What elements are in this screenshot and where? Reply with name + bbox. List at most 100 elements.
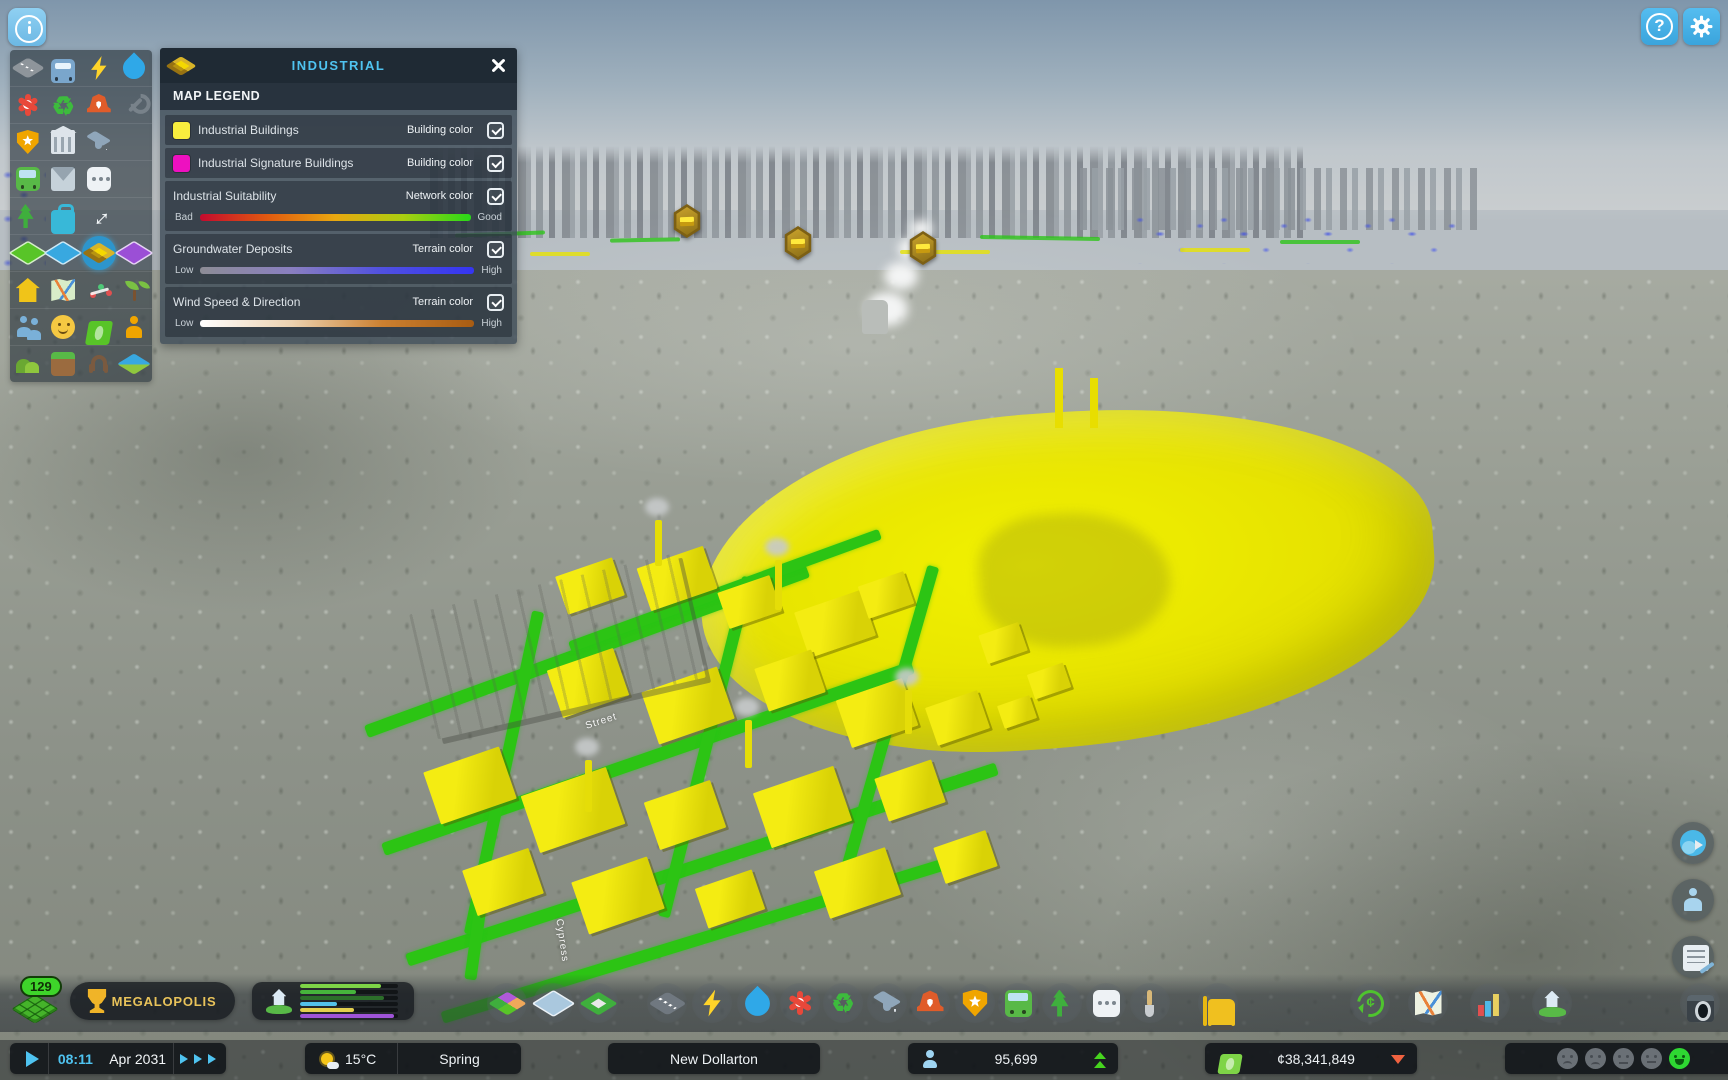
mining-crane: [1055, 368, 1063, 428]
toolbar-photo-mode-button[interactable]: [1680, 983, 1720, 1023]
sidebar-row: ♻: [10, 87, 152, 124]
toolbar-terraforming-button[interactable]: [1130, 983, 1170, 1023]
electricity-icon: [699, 990, 726, 1017]
toolbar-progression-button[interactable]: [1532, 983, 1572, 1023]
sidebar-item-zones[interactable]: [12, 237, 44, 269]
gradient-low-label: Low: [175, 265, 193, 276]
toolbar-education-button[interactable]: [867, 983, 907, 1023]
city-progress-button[interactable]: [252, 982, 414, 1020]
toolbar-parks-recreation-button[interactable]: [1042, 983, 1082, 1023]
chirper-button[interactable]: [1672, 822, 1714, 864]
sidebar-item-garbage[interactable]: ♻: [47, 89, 79, 121]
toolbar-statistics-button[interactable]: [1470, 983, 1510, 1023]
legend-checkbox[interactable]: [487, 122, 504, 139]
sidebar-item-water[interactable]: [118, 52, 150, 84]
help-button[interactable]: ?: [1641, 8, 1678, 45]
infoviews-button[interactable]: [8, 8, 46, 46]
toolbar-fire-rescue-button[interactable]: [910, 983, 950, 1023]
sidebar-item-land-use[interactable]: [47, 274, 79, 306]
settings-button[interactable]: [1683, 8, 1720, 45]
sidebar-item-shoreline[interactable]: [118, 348, 150, 380]
milestone-button[interactable]: MEGALOPOLIS: [70, 982, 235, 1020]
speed-button[interactable]: [174, 1043, 226, 1074]
industrial-map-marker[interactable]: [783, 226, 813, 260]
sidebar-item-noise[interactable]: [83, 348, 115, 380]
legend-checkbox[interactable]: [487, 155, 504, 172]
sidebar-item-transportation[interactable]: [12, 163, 44, 195]
legend-label: Industrial Signature Buildings: [198, 156, 399, 170]
toolbar-zone-tool-button[interactable]: [533, 983, 573, 1023]
toolbar-garbage-button[interactable]: ♻: [823, 983, 863, 1023]
population-widget[interactable]: 95,699: [908, 1043, 1118, 1074]
sidebar-row: [10, 235, 152, 272]
sidebar-item-fire-rescue[interactable]: [83, 89, 115, 121]
garbage-icon: ♻: [830, 990, 857, 1017]
toolbar-roads-button[interactable]: [647, 983, 687, 1023]
sidebar-item-trends[interactable]: [83, 274, 115, 306]
close-button[interactable]: [488, 55, 509, 76]
follow-citizen-button[interactable]: [1672, 879, 1714, 921]
sidebar-item-population[interactable]: [12, 311, 44, 343]
sidebar-item-police[interactable]: [12, 126, 44, 158]
sidebar-item-administration[interactable]: [47, 126, 79, 158]
weather-widget[interactable]: 15°C Spring: [305, 1043, 521, 1074]
toolbar-assets-button[interactable]: [578, 983, 618, 1023]
toolbar-police-button[interactable]: [955, 983, 995, 1023]
city-icon: [266, 988, 292, 1014]
toolbar-healthcare-button[interactable]: [780, 983, 820, 1023]
time-controls: 08:11 Apr 2031: [10, 1043, 226, 1074]
journal-button[interactable]: [1672, 936, 1714, 978]
roads-icon: [648, 991, 686, 1015]
toolbar-water-sewage-button[interactable]: [737, 983, 777, 1023]
money-widget[interactable]: ¢38,341,849: [1205, 1043, 1417, 1074]
trophy-icon: [85, 989, 109, 1013]
roads-icon: [11, 57, 45, 78]
sidebar-item-soil[interactable]: [47, 348, 79, 380]
sidebar-item-greenery[interactable]: [118, 274, 150, 306]
happiness-widget[interactable]: [1505, 1043, 1728, 1074]
sidebar-item-education[interactable]: [83, 126, 115, 158]
sidebar-row: [10, 50, 152, 87]
sidebar-item-workplaces[interactable]: [118, 311, 150, 343]
toolbar-transportation-button[interactable]: [998, 983, 1038, 1023]
sidebar-item-post[interactable]: [47, 163, 79, 195]
sidebar-item-telecom[interactable]: [83, 163, 115, 195]
sidebar-item-parking[interactable]: [47, 52, 79, 84]
healthcare-icon: [16, 93, 40, 117]
toolbar-bulldozer-button[interactable]: [1198, 983, 1238, 1023]
happiness-face-neutral: [1613, 1048, 1634, 1069]
sidebar-item-roads[interactable]: [12, 52, 44, 84]
toolbar-economy-button[interactable]: [1350, 983, 1390, 1023]
legend-checkbox[interactable]: [487, 294, 504, 311]
sidebar-item-terrain[interactable]: [12, 348, 44, 380]
game-date: Apr 2031: [102, 1051, 173, 1067]
toolbar-zoning-button[interactable]: [487, 983, 527, 1023]
sidebar-item-economy[interactable]: [83, 311, 115, 343]
play-pause-button[interactable]: [10, 1043, 48, 1074]
industrial-map-marker[interactable]: [908, 231, 938, 265]
xp-button[interactable]: 129: [12, 980, 62, 1028]
sidebar-item-electricity[interactable]: [83, 52, 115, 84]
industrial-map-marker[interactable]: [672, 204, 702, 238]
sidebar-item-healthcare[interactable]: [12, 89, 44, 121]
sidebar-item-happiness[interactable]: [47, 311, 79, 343]
toolbar-city-overview-button[interactable]: [1408, 983, 1448, 1023]
legend-row: Industrial BuildingsBuilding color: [165, 115, 512, 145]
toolbar-electricity-button[interactable]: [692, 983, 732, 1023]
sidebar-item-signature-lots[interactable]: [118, 237, 150, 269]
sidebar-item-routes[interactable]: ↔: [83, 200, 115, 232]
gradient-low-label: Low: [175, 318, 193, 329]
legend-row: Industrial Signature BuildingsBuilding c…: [165, 148, 512, 178]
city-name-widget[interactable]: New Dollarton: [608, 1043, 820, 1074]
sidebar-item-parks-recreation[interactable]: [12, 200, 44, 232]
sidebar-item-water-features[interactable]: [47, 237, 79, 269]
sidebar-item-industrial[interactable]: [83, 237, 115, 269]
sidebar-item-maintenance[interactable]: [118, 89, 150, 121]
sidebar-item-tourism[interactable]: [47, 200, 79, 232]
legend-checkbox[interactable]: [487, 188, 504, 205]
legend-checkbox[interactable]: [487, 241, 504, 258]
toolbar-communications-button[interactable]: [1086, 983, 1126, 1023]
gradient-bar: [200, 320, 474, 327]
happiness-face-unhappy: [1585, 1048, 1606, 1069]
sidebar-item-residential[interactable]: [12, 274, 44, 306]
